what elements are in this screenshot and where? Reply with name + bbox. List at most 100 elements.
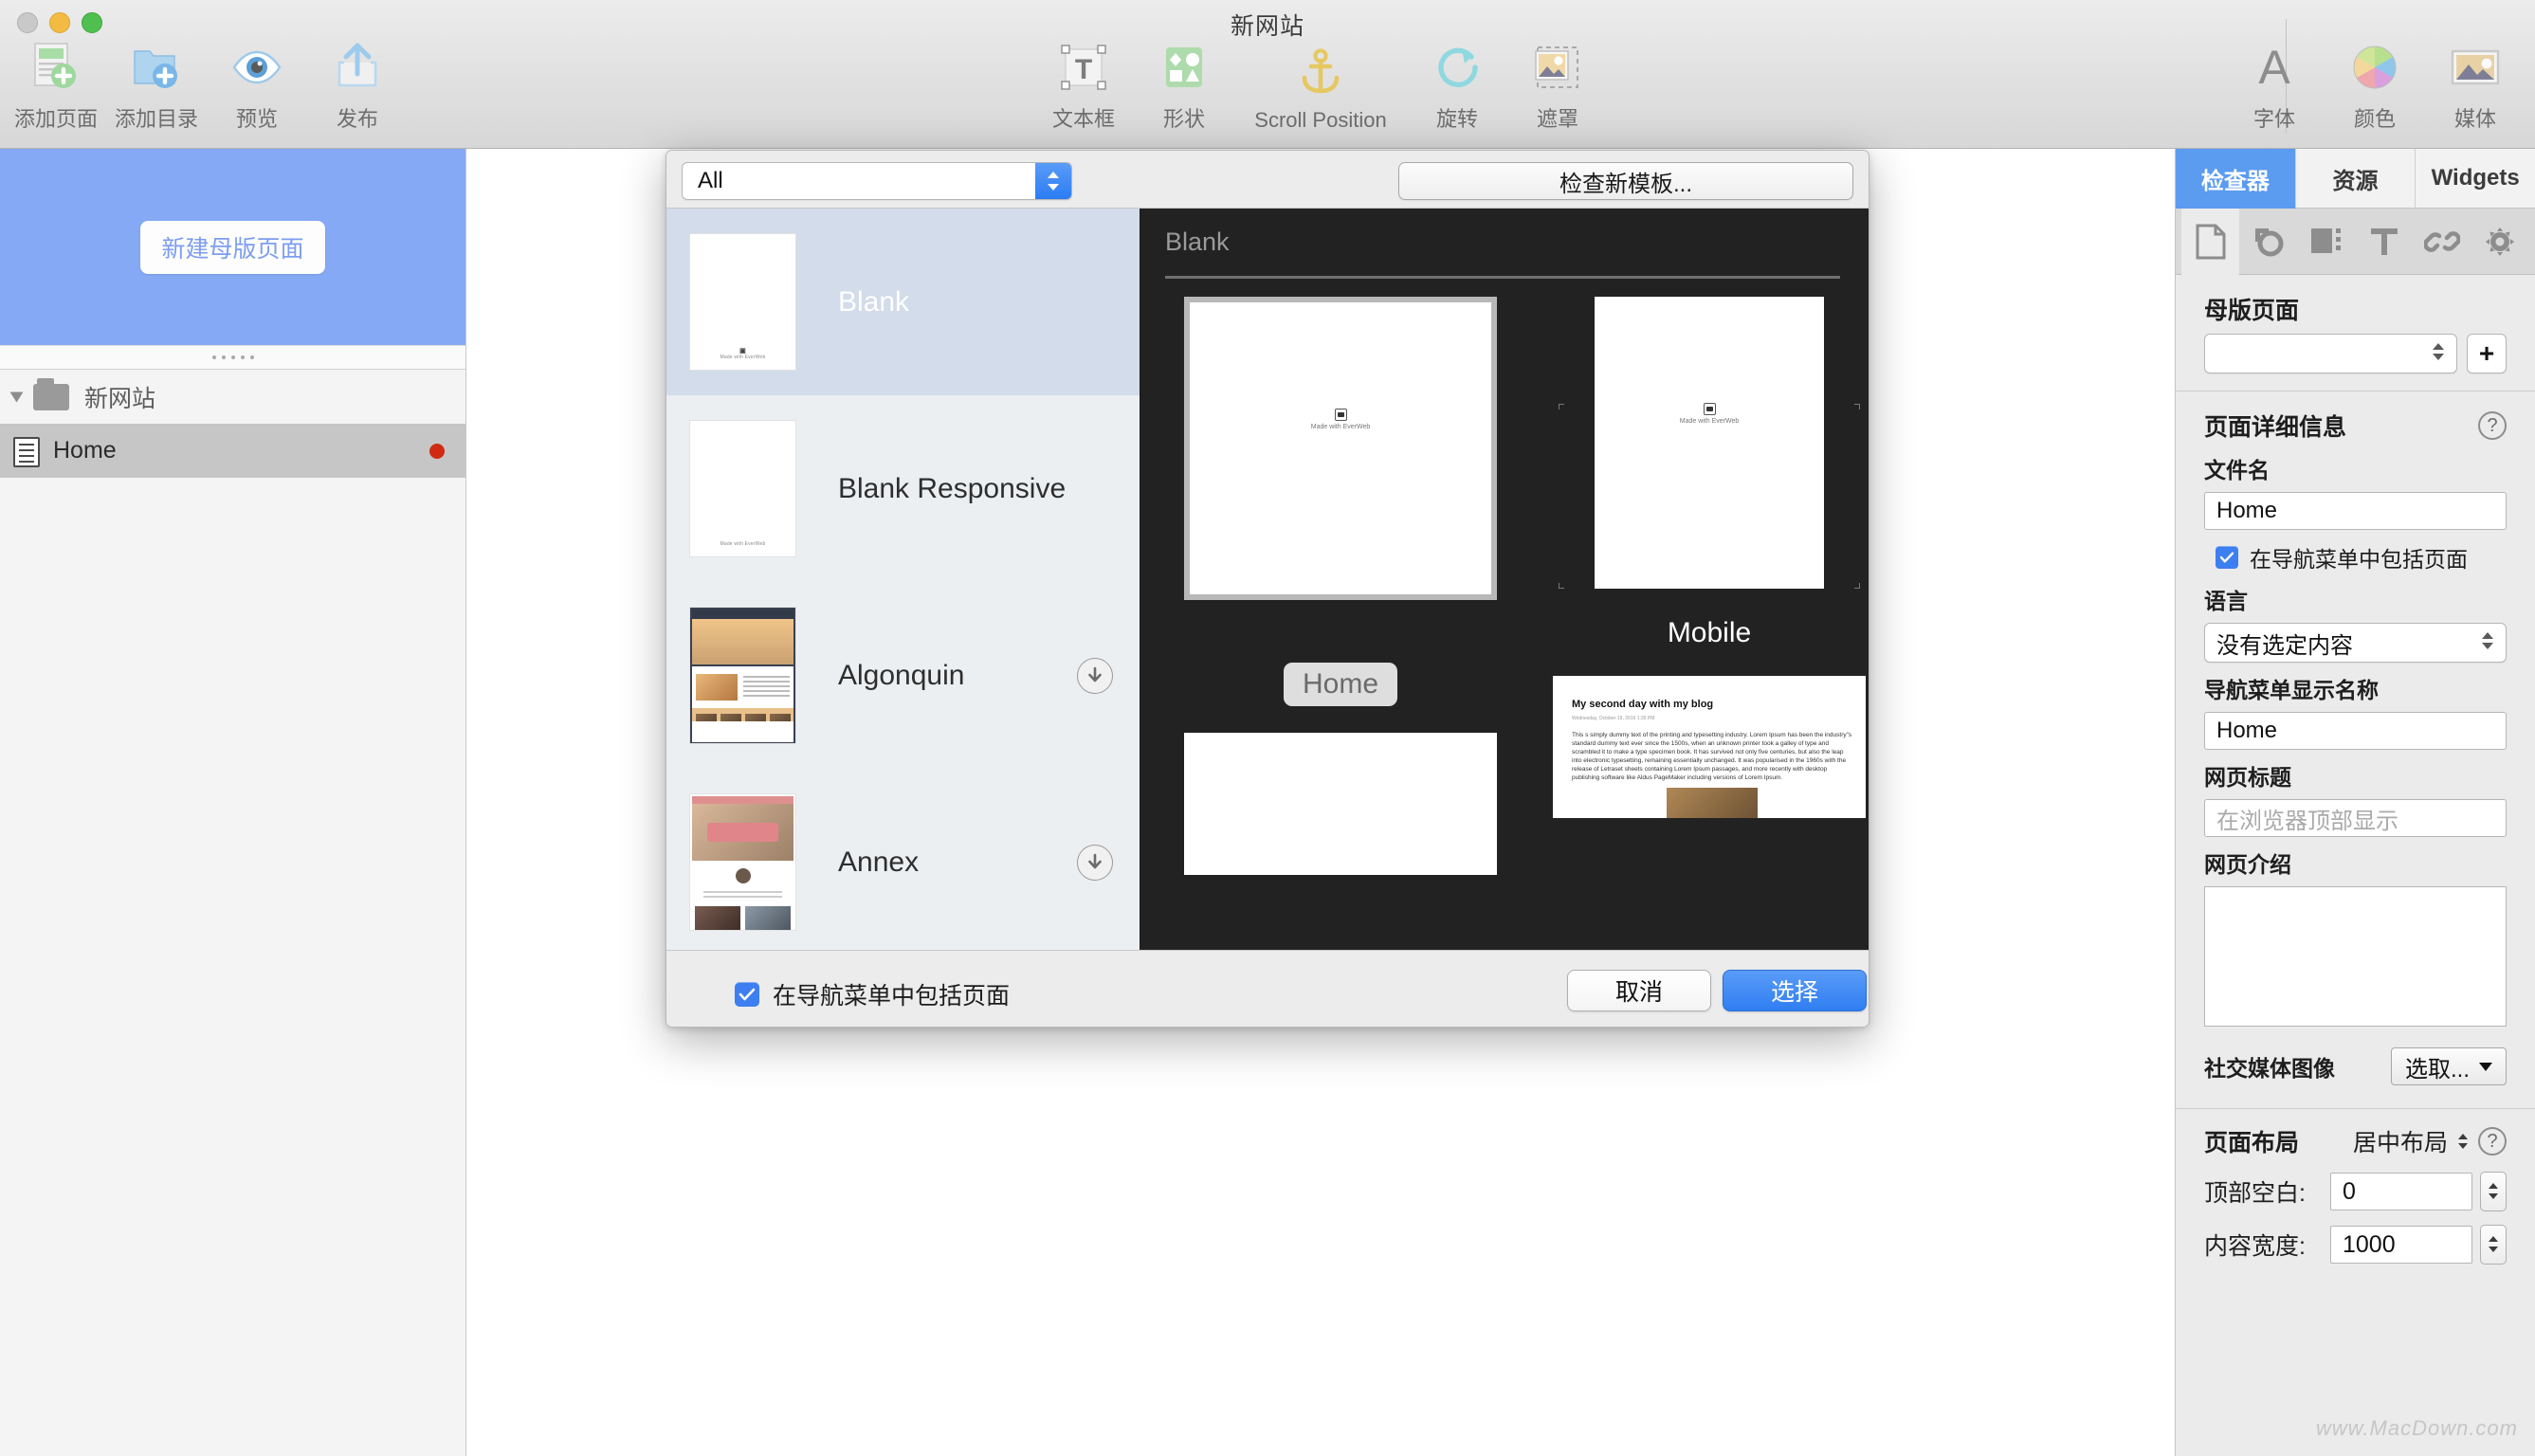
- help-icon[interactable]: ?: [2478, 411, 2507, 440]
- include-in-nav-checkbox[interactable]: 在导航菜单中包括页面: [721, 977, 1010, 1011]
- preview-page-thumbnail[interactable]: Made with EverWeb: [1184, 297, 1497, 600]
- toolbar-scroll-position-button[interactable]: Scroll Position: [1234, 44, 1407, 133]
- tree-row-page-home[interactable]: Home: [0, 424, 465, 478]
- check-new-templates-button[interactable]: 检查新模板...: [1398, 162, 1853, 200]
- preview-page-thumbnail-secondary[interactable]: My second day with my blog Wednesday, Oc…: [1553, 676, 1866, 818]
- link-chain-icon[interactable]: [2413, 209, 2471, 275]
- caret-down-icon: [2479, 1062, 2492, 1071]
- language-select[interactable]: 没有选定内容: [2204, 623, 2507, 663]
- blog-date: Wednesday, October 19, 2016 1:35 PM: [1572, 716, 1655, 721]
- master-page-select[interactable]: [2204, 334, 2457, 373]
- filename-value: Home: [2216, 498, 2278, 523]
- folder-icon: [33, 377, 69, 410]
- template-name: Annex: [838, 846, 920, 878]
- page-doc-icon[interactable]: [2181, 208, 2239, 275]
- master-pages-area[interactable]: 新建母版页面: [0, 149, 465, 345]
- page-description-label: 网页介绍: [2204, 852, 2291, 877]
- tab-widgets[interactable]: Widgets: [2416, 149, 2535, 209]
- app-window: 新网站 添加页面 添加目录 预览 发布 T 文本框 形状 Scroll Posi…: [0, 0, 2535, 1456]
- template-list-item[interactable]: Annex: [666, 769, 1140, 950]
- content-width-stepper[interactable]: [2480, 1225, 2507, 1265]
- chevron-updown-icon[interactable]: [1035, 163, 1071, 199]
- tab-assets[interactable]: 资源: [2295, 149, 2416, 209]
- sidebar-splitter-handle[interactable]: [0, 345, 465, 370]
- template-filter-select[interactable]: All: [682, 162, 1072, 200]
- download-template-icon[interactable]: [1077, 657, 1113, 694]
- toolbar-left-group: 添加页面 添加目录 预览 发布: [6, 38, 408, 133]
- download-template-icon[interactable]: [1077, 844, 1113, 881]
- dialog-footer: 在导航菜单中包括页面 取消 选择: [666, 950, 1869, 1027]
- gear-icon[interactable]: [2471, 209, 2528, 275]
- toolbar-add-page-button[interactable]: 添加页面: [6, 38, 106, 133]
- preview-page-thumbnail[interactable]: Made with EverWeb: [1595, 297, 1824, 589]
- chevron-updown-icon: [2481, 632, 2494, 650]
- content-width-input[interactable]: 1000: [2330, 1226, 2472, 1264]
- toolbar-preview-button[interactable]: 预览: [207, 38, 307, 133]
- toolbar-shapes-button[interactable]: 形状: [1134, 38, 1234, 133]
- site-tree: 新网站 Home: [0, 370, 465, 478]
- top-margin-row: 顶部空白: 0: [2204, 1172, 2507, 1211]
- chevron-updown-icon[interactable]: [2457, 1133, 2469, 1150]
- page-description-textarea[interactable]: [2204, 886, 2507, 1027]
- page-title-input[interactable]: 在浏览器顶部显示: [2204, 799, 2507, 837]
- chevron-down-icon[interactable]: [9, 391, 24, 402]
- page-title-placeholder: 在浏览器顶部显示: [2216, 808, 2398, 834]
- template-name: Algonquin: [838, 659, 965, 691]
- cancel-button[interactable]: 取消: [1567, 970, 1711, 1011]
- blog-preview: My second day with my blog Wednesday, Oc…: [1572, 699, 1852, 818]
- include-in-nav-checkbox[interactable]: 在导航菜单中包括页面: [2204, 541, 2507, 573]
- checkbox-checked-icon[interactable]: [2216, 546, 2238, 569]
- choose-template-dialog: All 检查新模板... ▣ Made with EverWeb Blank M…: [666, 150, 1869, 1028]
- shape-circle-icon[interactable]: [2239, 209, 2297, 275]
- toolbar-rotate-button[interactable]: 旋转: [1407, 38, 1507, 133]
- window-title: 新网站: [1230, 13, 1304, 40]
- top-margin-label: 顶部空白:: [2204, 1180, 2306, 1207]
- toolbar-textbox-button[interactable]: T 文本框: [1033, 38, 1134, 133]
- font-a-icon: A: [2247, 38, 2302, 97]
- preview-column-mobile[interactable]: Made with EverWeb Mobile My second day w…: [1553, 297, 1866, 818]
- top-margin-input[interactable]: 0: [2330, 1173, 2472, 1210]
- toolbar-mask-button[interactable]: 遮罩: [1507, 38, 1608, 133]
- metrics-icon[interactable]: [2297, 209, 2355, 275]
- template-list-item[interactable]: Made with EverWeb Blank Responsive: [666, 395, 1140, 582]
- content-width-label: 内容宽度:: [2204, 1233, 2306, 1260]
- new-master-page-button[interactable]: 新建母版页面: [140, 220, 325, 274]
- text-t-icon[interactable]: [2355, 209, 2413, 275]
- preview-caption: Made with EverWeb: [1190, 409, 1491, 430]
- template-list-item[interactable]: ▣ Made with EverWeb Blank: [666, 209, 1140, 395]
- help-icon[interactable]: ?: [2478, 1127, 2507, 1156]
- toolbar-media-button[interactable]: 媒体: [2425, 38, 2526, 133]
- toolbar-color-button[interactable]: 颜色: [2325, 38, 2425, 133]
- nav-display-name-input[interactable]: Home: [2204, 712, 2507, 750]
- template-name: Blank: [838, 285, 910, 318]
- choose-social-image-button[interactable]: 选取...: [2390, 1047, 2507, 1085]
- filename-input[interactable]: Home: [2204, 492, 2507, 530]
- toolbar-font-button[interactable]: A 字体: [2224, 38, 2325, 133]
- toolbar-add-folder-button[interactable]: 添加目录: [106, 38, 207, 133]
- choose-social-image-label: 选取...: [2404, 1056, 2470, 1083]
- add-folder-icon: [129, 38, 184, 97]
- preview-column-home[interactable]: Made with EverWeb Home: [1184, 297, 1497, 875]
- toolbar-media-label: 媒体: [2453, 107, 2496, 131]
- tab-inspector[interactable]: 检查器: [2176, 149, 2296, 209]
- blog-body: This s simply dummy text of the printing…: [1572, 732, 1852, 781]
- page-layout-section: 页面布局 居中布局 ? 顶部空白: 0 内容宽度: 1000: [2176, 1109, 2535, 1265]
- checkbox-checked-icon[interactable]: [735, 982, 759, 1007]
- tree-row-site[interactable]: 新网站: [0, 370, 465, 424]
- top-margin-stepper[interactable]: [2480, 1172, 2507, 1211]
- svg-text:T: T: [1075, 54, 1092, 85]
- toolbar-publish-button[interactable]: 发布: [307, 38, 408, 133]
- choose-button[interactable]: 选择: [1723, 970, 1867, 1011]
- add-master-page-button[interactable]: +: [2467, 334, 2507, 373]
- page-layout-alignment-value[interactable]: 居中布局: [2353, 1124, 2448, 1158]
- page-details-section: 页面详细信息 ? 文件名 Home 在导航菜单中包括页面 语言 没有选定内容 导…: [2176, 409, 2535, 1085]
- inspector-tabs: 检查器 资源 Widgets: [2176, 149, 2535, 209]
- template-thumbnail: ▣ Made with EverWeb: [689, 233, 796, 371]
- template-list-item[interactable]: Algonquin: [666, 582, 1140, 769]
- content-width-row: 内容宽度: 1000: [2204, 1225, 2507, 1265]
- toolbar-right-group: A 字体 颜色 媒体: [2224, 38, 2526, 133]
- template-list[interactable]: ▣ Made with EverWeb Blank Made with EverW…: [666, 209, 1140, 950]
- preview-caption: Made with EverWeb: [1595, 403, 1824, 425]
- dialog-toolbar: All 检查新模板...: [666, 151, 1869, 208]
- preview-page-thumbnail-secondary[interactable]: [1184, 733, 1497, 875]
